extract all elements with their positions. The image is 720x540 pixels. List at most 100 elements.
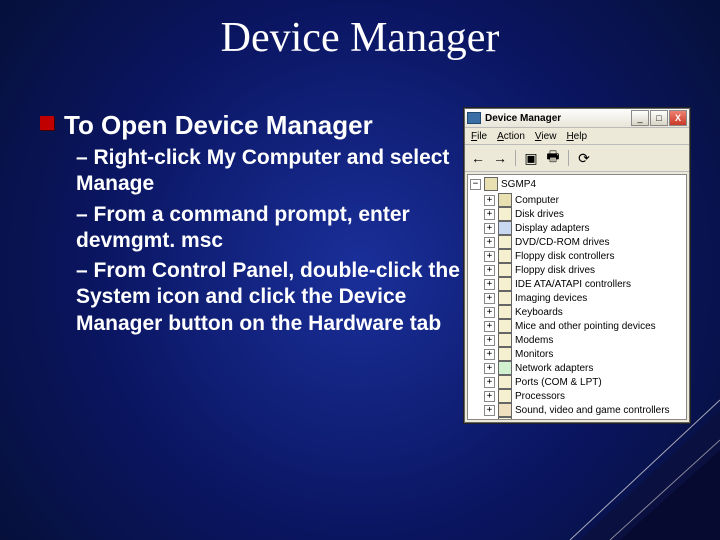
device-category-icon <box>498 235 512 249</box>
device-category-icon <box>498 305 512 319</box>
expand-icon[interactable]: + <box>484 419 495 421</box>
expand-icon[interactable]: + <box>484 223 495 234</box>
tree-item-label: Keyboards <box>515 307 563 318</box>
tree-item[interactable]: + DVD/CD-ROM drives <box>484 235 684 249</box>
titlebar-left: Device Manager <box>467 112 561 124</box>
expand-icon[interactable]: + <box>484 363 495 374</box>
up-icon[interactable]: ▣ <box>522 149 540 167</box>
tree-item[interactable]: + Computer <box>484 193 684 207</box>
forward-icon[interactable]: → <box>491 149 509 167</box>
back-icon[interactable]: ← <box>469 149 487 167</box>
expand-icon[interactable]: + <box>484 265 495 276</box>
menu-view[interactable]: View <box>535 131 557 142</box>
menubar: File Action View Help <box>465 128 689 145</box>
device-category-icon <box>498 403 512 417</box>
tree-item[interactable]: + Keyboards <box>484 305 684 319</box>
toolbar: ← → ▣ 🖶 ⟳ <box>465 145 689 172</box>
device-category-icon <box>498 375 512 389</box>
toolbar-divider <box>568 150 569 166</box>
tree-item-label: Floppy disk controllers <box>515 251 614 262</box>
tree-item-label: Disk drives <box>515 209 564 220</box>
tree-item[interactable]: + Modems <box>484 333 684 347</box>
device-category-icon <box>498 389 512 403</box>
tree-item[interactable]: + Monitors <box>484 347 684 361</box>
tree-item-label: Modems <box>515 335 553 346</box>
device-category-icon <box>498 221 512 235</box>
expand-icon[interactable]: + <box>484 377 495 388</box>
tree-item[interactable]: + Floppy disk controllers <box>484 249 684 263</box>
device-category-icon <box>498 193 512 207</box>
device-category-icon <box>498 417 512 420</box>
device-manager-window: Device Manager _ □ X File Action View He… <box>464 108 690 423</box>
expand-icon[interactable]: + <box>484 335 495 346</box>
toolbar-divider <box>515 150 516 166</box>
tree-item[interactable]: + Ports (COM & LPT) <box>484 375 684 389</box>
tree-item-label: Floppy disk drives <box>515 265 595 276</box>
bullet-1: – Right-click My Computer and select Man… <box>76 145 460 198</box>
maximize-button[interactable]: □ <box>650 110 668 126</box>
device-category-icon <box>498 291 512 305</box>
print-icon[interactable]: 🖶 <box>544 149 562 167</box>
tree-item[interactable]: + Network adapters <box>484 361 684 375</box>
tree-item-label: Network adapters <box>515 363 593 374</box>
window-title: Device Manager <box>485 113 561 124</box>
tree-item[interactable]: + Display adapters <box>484 221 684 235</box>
refresh-icon[interactable]: ⟳ <box>575 149 593 167</box>
tree-item[interactable]: + Sound, video and game controllers <box>484 403 684 417</box>
expand-icon[interactable]: + <box>484 405 495 416</box>
tree-item[interactable]: + Processors <box>484 389 684 403</box>
slide-content: To Open Device Manager – Right-click My … <box>40 110 460 337</box>
device-tree[interactable]: − SGMP4 + Computer + Disk drives + Display ad… <box>467 174 687 420</box>
tree-item-label: Sound, video and game controllers <box>515 405 670 416</box>
slide: Device Manager To Open Device Manager – … <box>0 0 720 540</box>
device-category-icon <box>498 207 512 221</box>
expand-icon[interactable]: + <box>484 307 495 318</box>
device-category-icon <box>498 347 512 361</box>
tree-item[interactable]: + Imaging devices <box>484 291 684 305</box>
tree-item[interactable]: +Mice and other pointing devices <box>484 319 684 333</box>
menu-help[interactable]: Help <box>566 131 587 142</box>
expand-icon[interactable]: + <box>484 391 495 402</box>
device-category-icon <box>498 319 512 333</box>
tree-children: + Computer + Disk drives + Display adapters + D… <box>484 193 684 420</box>
tree-item-label: Computer <box>515 195 559 206</box>
tree-item-label: Ports (COM & LPT) <box>515 377 602 388</box>
root-label: SGMP4 <box>501 179 536 190</box>
tree-item-label: Imaging devices <box>515 293 587 304</box>
device-category-icon <box>498 249 512 263</box>
tree-item[interactable]: + Floppy disk drives <box>484 263 684 277</box>
tree-item-label: DVD/CD-ROM drives <box>515 237 609 248</box>
minimize-button[interactable]: _ <box>631 110 649 126</box>
device-category-icon <box>498 361 512 375</box>
tree-item[interactable]: + Disk drives <box>484 207 684 221</box>
window-controls: _ □ X <box>631 110 687 126</box>
tree-item[interactable]: + IDE ATA/ATAPI controllers <box>484 277 684 291</box>
tree-root[interactable]: − SGMP4 <box>470 177 684 191</box>
tree-item[interactable]: +Storage volumes <box>484 417 684 420</box>
expand-icon[interactable]: + <box>484 321 495 332</box>
expand-icon[interactable]: + <box>484 279 495 290</box>
tree-item-label: Monitors <box>515 349 553 360</box>
close-button[interactable]: X <box>669 110 687 126</box>
bullet-icon <box>40 116 54 130</box>
tree-item-label: Processors <box>515 391 565 402</box>
tree-item-label: Display adapters <box>515 223 589 234</box>
heading-text: To Open Device Manager <box>64 110 373 141</box>
expand-icon[interactable]: + <box>484 251 495 262</box>
expand-icon[interactable]: + <box>484 195 495 206</box>
device-category-icon <box>498 277 512 291</box>
menu-file[interactable]: File <box>471 131 487 142</box>
tree-item-label: IDE ATA/ATAPI controllers <box>515 279 631 290</box>
app-icon <box>467 112 481 124</box>
device-category-icon <box>498 333 512 347</box>
device-category-icon <box>498 263 512 277</box>
menu-action[interactable]: Action <box>497 131 525 142</box>
collapse-icon[interactable]: − <box>470 179 481 190</box>
bullet-3: – From Control Panel, double-click the S… <box>76 258 460 337</box>
expand-icon[interactable]: + <box>484 237 495 248</box>
expand-icon[interactable]: + <box>484 293 495 304</box>
computer-icon <box>484 177 498 191</box>
expand-icon[interactable]: + <box>484 209 495 220</box>
expand-icon[interactable]: + <box>484 349 495 360</box>
bullet-2: – From a command prompt, enter devmgmt. … <box>76 202 460 255</box>
